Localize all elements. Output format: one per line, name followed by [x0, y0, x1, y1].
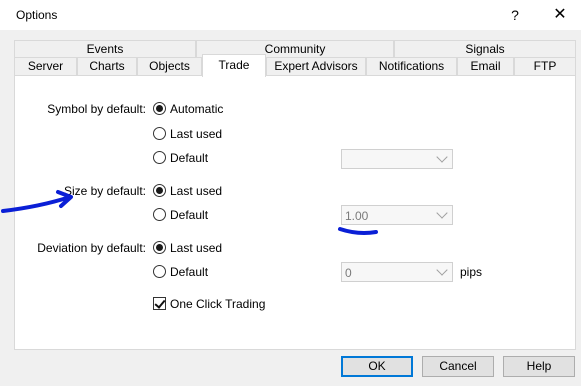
deviation-last-used-label: Last used	[170, 241, 223, 255]
symbol-last-used-label: Last used	[170, 127, 223, 141]
deviation-unit: pips	[460, 265, 483, 279]
chevron-down-icon	[436, 207, 448, 219]
one-click-trading-checkbox[interactable]	[153, 297, 166, 310]
window-title: Options	[16, 8, 58, 22]
tab-email[interactable]: Email	[457, 57, 514, 76]
chevron-down-icon	[436, 264, 448, 276]
cancel-button[interactable]: Cancel	[422, 356, 494, 377]
deviation-default-radio[interactable]	[153, 265, 166, 278]
size-default-label: Size by default:	[63, 184, 146, 198]
size-default-combo[interactable]: 1.00	[341, 205, 453, 225]
tab-expert-advisors[interactable]: Expert Advisors	[266, 57, 366, 76]
symbol-default-combo[interactable]	[341, 149, 453, 169]
size-combo-value: 1.00	[345, 209, 369, 223]
help-icon[interactable]: ?	[504, 4, 526, 26]
help-button[interactable]: Help	[503, 356, 575, 377]
symbol-default-label: Symbol by default:	[47, 102, 146, 116]
deviation-default-option-label: Default	[170, 265, 209, 279]
symbol-default-radio[interactable]	[153, 151, 166, 164]
deviation-default-combo[interactable]: 0	[341, 262, 453, 282]
tab-server[interactable]: Server	[14, 57, 77, 76]
size-last-used-label: Last used	[170, 184, 223, 198]
tab-objects[interactable]: Objects	[137, 57, 202, 76]
deviation-combo-value: 0	[345, 266, 352, 280]
symbol-default-option-label: Default	[170, 151, 209, 165]
one-click-trading-label: One Click Trading	[170, 297, 266, 311]
symbol-automatic-radio[interactable]	[153, 102, 166, 115]
tab-charts[interactable]: Charts	[77, 57, 137, 76]
deviation-default-label: Deviation by default:	[37, 241, 146, 255]
symbol-automatic-label: Automatic	[170, 102, 224, 116]
deviation-last-used-radio[interactable]	[153, 241, 166, 254]
tab-trade[interactable]: Trade	[202, 54, 266, 77]
size-default-radio[interactable]	[153, 208, 166, 221]
title-bar: Options ? ✕	[0, 0, 581, 30]
tab-ftp[interactable]: FTP	[514, 57, 576, 76]
trade-panel	[14, 75, 576, 350]
chevron-down-icon	[436, 151, 448, 163]
tab-notifications[interactable]: Notifications	[366, 57, 457, 76]
size-default-option-label: Default	[170, 208, 209, 222]
close-icon[interactable]: ✕	[549, 4, 571, 26]
size-last-used-radio[interactable]	[153, 184, 166, 197]
ok-button[interactable]: OK	[341, 356, 413, 377]
symbol-last-used-radio[interactable]	[153, 127, 166, 140]
